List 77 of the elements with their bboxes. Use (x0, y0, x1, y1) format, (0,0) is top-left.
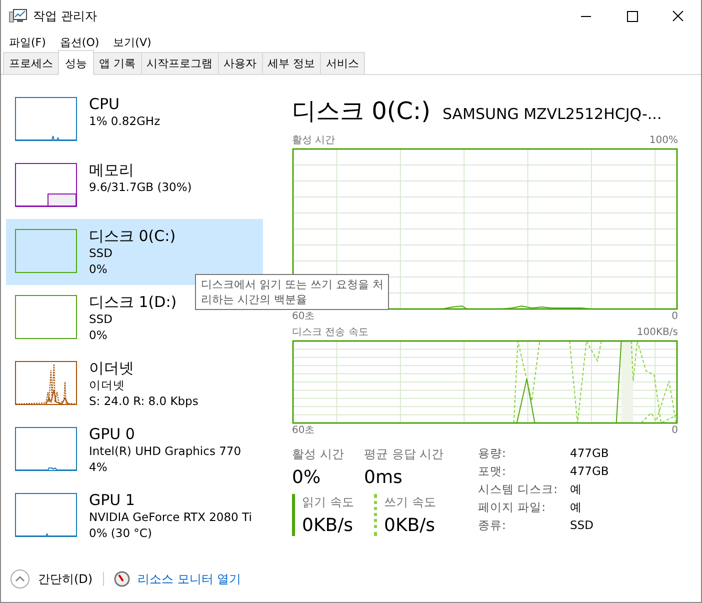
item-detail: 1% 0.82GHz (89, 113, 160, 129)
usage-graph-icon (15, 361, 77, 405)
item-detail: Intel(R) UHD Graphics 770 (89, 443, 242, 459)
item-detail: SSD (89, 245, 114, 261)
item-title: GPU 1 (89, 491, 136, 509)
stat-label: 평균 응답 시간 (364, 446, 444, 463)
window-title: 작업 관리자 (33, 8, 98, 24)
tab[interactable]: 사용자 (218, 52, 262, 74)
item-detail: NVIDIA GeForce RTX 2080 Ti (89, 509, 252, 525)
sidebar-item[interactable]: 이더넷 이더넷 S: 24.0 R: 8.0 Kbps (6, 351, 206, 417)
graph-label: 활성 시간 (292, 134, 336, 148)
item-detail: S: 24.0 R: 8.0 Kbps (89, 393, 198, 409)
item-title: 메모리 (89, 161, 135, 179)
item-title: 이더넷 (89, 359, 135, 377)
usage-graph-icon (15, 493, 77, 537)
graph-min: 0 (672, 424, 678, 438)
app-icon (9, 8, 27, 24)
item-title: 디스크 0(C:) (89, 227, 176, 245)
item-detail: SSD (89, 311, 114, 327)
item-title: GPU 0 (89, 425, 136, 443)
menu-item[interactable]: 보기(V) (113, 34, 152, 50)
sidebar-item[interactable]: GPU 0 Intel(R) UHD Graphics 770 4% (6, 417, 250, 483)
property-label: 시스템 디스크: (478, 482, 559, 497)
tooltip-text: 리하는 시간의 백분율 (201, 292, 308, 307)
usage-graph-icon (15, 229, 77, 273)
gauge-icon (114, 571, 130, 587)
usage-graph-icon (15, 163, 77, 207)
item-detail: 9.6/31.7GB (30%) (89, 179, 192, 195)
sidebar-item[interactable]: 디스크 1(D:) SSD 0% (6, 285, 185, 351)
item-title: 디스크 1(D:) (89, 293, 177, 311)
tab[interactable]: 성능 (58, 50, 94, 75)
graph-max: 100% (649, 134, 678, 148)
property-value: 477GB (570, 464, 609, 479)
usage-graph-icon (15, 295, 77, 339)
sidebar-item[interactable]: CPU 1% 0.82GHz (6, 87, 168, 153)
item-detail: 4% (89, 459, 108, 475)
graph-min: 0 (672, 310, 678, 324)
property-label: 포맷: (478, 464, 507, 479)
resource-monitor-link[interactable]: 리소스 모니터 열기 (138, 570, 242, 588)
collapse-icon[interactable] (10, 569, 30, 589)
graph-time: 60초 (292, 310, 315, 324)
stat-label: 읽기 속도 (302, 494, 355, 511)
property-label: 페이지 파일: (478, 500, 547, 515)
property-value: SSD (570, 518, 594, 533)
sidebar-item[interactable]: GPU 1 NVIDIA GeForce RTX 2080 Ti 0% (30 °C) (6, 483, 260, 549)
item-detail: 0% (89, 327, 108, 343)
menu-item[interactable]: 파일(F) (9, 34, 46, 50)
tab[interactable]: 시작프로그램 (140, 52, 218, 74)
item-detail: 0% (89, 261, 108, 277)
stat-label: 활성 시간 (292, 446, 345, 463)
tab[interactable]: 서비스 (320, 52, 365, 74)
disk-model: SAMSUNG MZVL2512HCJQ-... (442, 105, 662, 123)
property-value: 예 (570, 500, 583, 515)
graph-label: 디스크 전송 속도 (292, 326, 368, 340)
stat-value: 0KB/s (384, 515, 436, 536)
item-detail: 이더넷 (89, 377, 126, 393)
stat-label: 쓰기 속도 (384, 494, 437, 511)
menu-item[interactable]: 옵션(O) (60, 34, 100, 50)
graph-max: 100KB/s (636, 326, 678, 340)
detail-title: 디스크 0(C:) (292, 96, 430, 127)
tab[interactable]: 프로세스 (3, 52, 59, 74)
item-detail: 0% (30 °C) (89, 525, 153, 541)
sidebar-item[interactable]: 메모리 9.6/31.7GB (30%) (6, 153, 200, 219)
graph-time: 60초 (292, 424, 315, 438)
tab[interactable]: 세부 정보 (262, 52, 321, 74)
stat-value: 0% (292, 467, 322, 488)
stat-value: 0KB/s (302, 515, 354, 536)
tab[interactable]: 앱 기록 (93, 52, 142, 74)
property-label: 종류: (478, 518, 507, 533)
usage-graph-icon (15, 97, 77, 141)
collapse-button[interactable]: 간단히(D) (38, 570, 93, 588)
property-value: 477GB (570, 446, 609, 461)
item-title: CPU (89, 95, 120, 113)
property-value: 예 (570, 482, 583, 497)
stat-value: 0ms (364, 467, 404, 488)
property-label: 용량: (478, 446, 507, 461)
usage-graph-icon (15, 427, 77, 471)
